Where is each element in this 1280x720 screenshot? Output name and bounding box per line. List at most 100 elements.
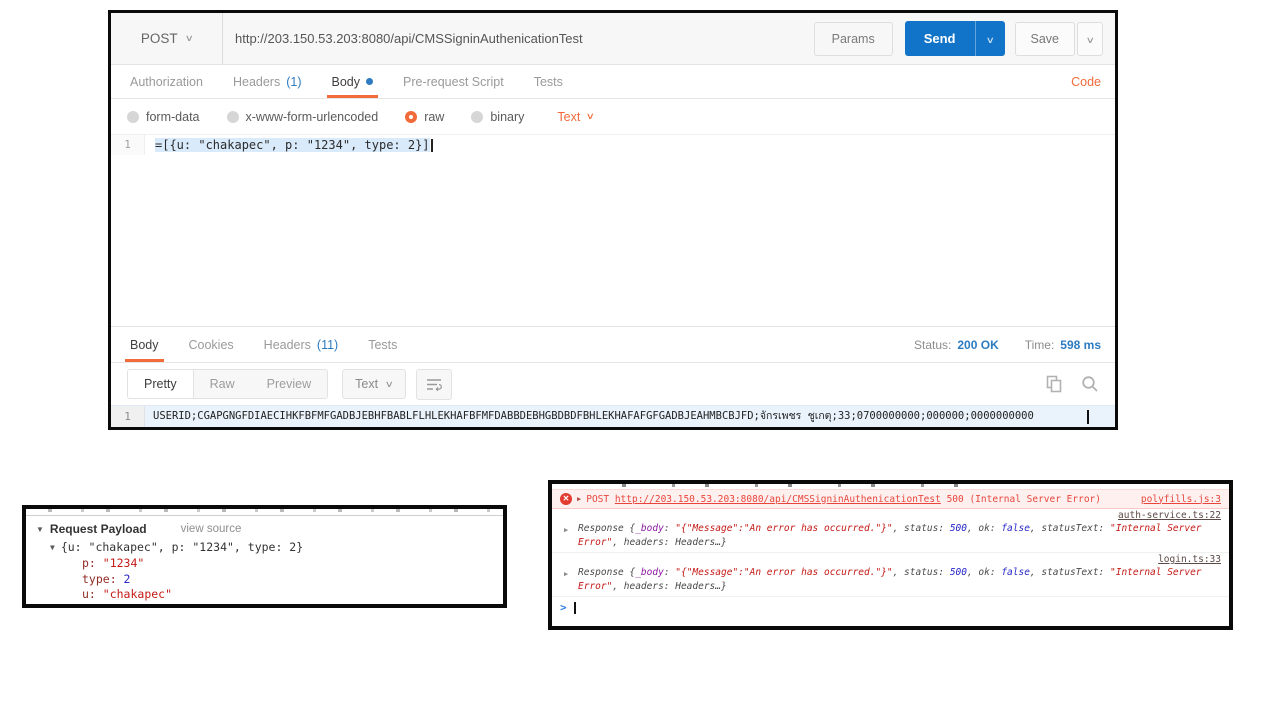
property-value: 2 [123, 571, 131, 586]
prompt-chevron-icon: > [560, 601, 567, 614]
wrap-text-button[interactable] [415, 368, 452, 400]
log-message: ▶ Response {_body: "{"Message":"An error … [564, 567, 1202, 592]
view-source-link[interactable]: view source [181, 523, 242, 535]
tab-headers[interactable]: Headers (1) [218, 65, 317, 98]
method-dropdown[interactable]: POST ∨ [111, 13, 223, 64]
response-tab-tests[interactable]: Tests [353, 327, 412, 362]
request-payload-panel: ▼ Request Payload view source ▼ {u: "cha… [22, 505, 507, 608]
log-source-link[interactable]: auth-service.ts:22 [1118, 510, 1221, 521]
radio-icon [127, 110, 139, 123]
collapse-triangle-icon[interactable]: ▼ [50, 543, 55, 552]
error-message: POST http://203.150.53.203:8080/api/CMSS… [586, 493, 1101, 505]
url-input[interactable]: http://203.150.53.203:8080/api/CMSSignin… [223, 31, 814, 46]
view-mode-preview[interactable]: Preview [251, 370, 327, 398]
response-format-label: Text [355, 377, 379, 391]
request-body-editor[interactable]: 1 =[{u: "chakapec", p: "1234", type: 2}] [111, 135, 1115, 327]
response-body-line[interactable]: 1 USERID;CGAPGNGFDIAECIHKFBFMFGADBJEBHFB… [111, 405, 1115, 427]
save-button[interactable]: Save [1014, 21, 1075, 56]
response-status: Status: 200 OK Time: 598 ms [914, 327, 1101, 362]
error-icon: ✕ [560, 493, 572, 505]
tab-count: (1) [286, 74, 302, 89]
console-error-row: ✕ ▶ POST http://203.150.53.203:8080/api/… [552, 489, 1229, 509]
tab-pre-request-script[interactable]: Pre-request Script [388, 65, 519, 98]
tab-count: (11) [316, 337, 339, 352]
view-mode-pretty[interactable]: Pretty [128, 370, 194, 398]
console-prompt[interactable]: > [552, 597, 1229, 618]
expand-triangle-icon[interactable]: ▶ [564, 568, 568, 582]
radio-raw[interactable]: raw [405, 110, 444, 124]
log-message: ▶ Response {_body: "{"Message":"An error … [564, 523, 1202, 548]
raw-format-dropdown[interactable]: Text ∨ [557, 110, 596, 124]
console-entries: auth-service.ts:22 ▶ Response {_body: "{"M… [552, 509, 1229, 597]
response-tab-body[interactable]: Body [115, 327, 174, 362]
response-tabs: Body Cookies Headers (11) Tests [115, 327, 412, 362]
tab-tests[interactable]: Tests [519, 65, 578, 98]
payload-property: type: 2 [82, 572, 493, 588]
payload-object-preview: {u: "chakapec", p: "1234", type: 2} [60, 540, 304, 554]
payload-property: p: "1234" [82, 556, 493, 572]
collapse-triangle-icon[interactable]: ▼ [36, 525, 44, 534]
error-url-link[interactable]: http://203.150.53.203:8080/api/CMSSignin… [615, 494, 941, 505]
time-value: 598 ms [1060, 337, 1101, 352]
response-tab-cookies[interactable]: Cookies [174, 327, 249, 362]
radio-form-data[interactable]: form-data [127, 110, 200, 124]
tab-authorization[interactable]: Authorization [115, 65, 218, 98]
view-mode-raw[interactable]: Raw [194, 370, 251, 398]
text-cursor [430, 139, 433, 152]
chevron-down-icon: ∨ [1085, 35, 1095, 45]
text-cursor [573, 601, 576, 614]
response-body-text: USERID;CGAPGNGFDIAECIHKFBFMFGADBJEBHFBAB… [153, 410, 1034, 422]
payload-title: Request Payload [49, 522, 147, 536]
search-icon[interactable] [1081, 375, 1099, 393]
payload-property: u: "chakapec" [82, 587, 493, 603]
chevron-down-icon: ∨ [184, 33, 194, 43]
error-source-link[interactable]: polyfills.js:3 [1131, 494, 1221, 505]
request-url-bar: POST ∨ http://203.150.53.203:8080/api/CM… [111, 13, 1115, 65]
property-key: type: [82, 571, 124, 586]
send-options-button[interactable]: ∨ [974, 21, 1005, 56]
payload-object-row[interactable]: ▼ {u: "chakapec", p: "1234", type: 2} [50, 540, 493, 554]
radio-icon [471, 110, 484, 123]
response-section-header: Body Cookies Headers (11) Tests Status: 200 … [111, 327, 1115, 363]
console-log-entry: login.ts:33 ▶ Response {_body: "{"Message"… [552, 553, 1229, 597]
request-body-code[interactable]: =[{u: "chakapec", p: "1234", type: 2}] [145, 135, 433, 155]
chevron-down-icon: ∨ [985, 35, 995, 45]
property-key: u: [82, 587, 103, 601]
status-value: 200 OK [957, 337, 999, 352]
view-mode-group: Pretty Raw Preview [127, 369, 329, 399]
expand-triangle-icon[interactable]: ▶ [564, 524, 568, 538]
response-view-toolbar: Pretty Raw Preview Text ∨ [111, 363, 1115, 405]
response-format-dropdown[interactable]: Text ∨ [342, 369, 406, 399]
send-split-button: Send ∨ [904, 21, 1005, 56]
desktop-canvas: POST ∨ http://203.150.53.203:8080/api/CM… [0, 0, 1280, 720]
params-button[interactable]: Params [813, 21, 893, 56]
save-options-button[interactable]: ∨ [1077, 21, 1103, 56]
body-type-radios: form-data x-www-form-urlencoded raw binary … [111, 99, 1115, 135]
status-label: Status: [914, 337, 952, 352]
response-line-number: 1 [111, 406, 145, 427]
code-link[interactable]: Code [1071, 75, 1115, 89]
time-label: Time: [1024, 337, 1055, 352]
method-label: POST [140, 31, 178, 46]
radio-icon [226, 110, 239, 123]
wrap-text-icon [426, 378, 442, 391]
radio-x-www-form-urlencoded[interactable]: x-www-form-urlencoded [226, 110, 378, 124]
request-tabs: Authorization Headers (1) Body Pre-request S… [111, 65, 1115, 99]
response-tab-headers[interactable]: Headers (11) [249, 327, 354, 362]
tab-body[interactable]: Body [317, 65, 389, 98]
send-button[interactable]: Send [904, 21, 975, 56]
chevron-down-icon: ∨ [586, 111, 596, 121]
postman-window: POST ∨ http://203.150.53.203:8080/api/CM… [108, 10, 1118, 430]
copy-icon[interactable] [1046, 375, 1063, 393]
save-split-button: Save ∨ [1014, 21, 1103, 56]
expand-triangle-icon[interactable]: ▶ [577, 495, 581, 503]
clipped-row [26, 509, 503, 516]
devtools-console-panel: ✕ ▶ POST http://203.150.53.203:8080/api/… [548, 480, 1233, 630]
console-log-entry: auth-service.ts:22 ▶ Response {_body: "{"M… [552, 509, 1229, 553]
property-value: "chakapec" [102, 587, 173, 601]
radio-binary[interactable]: binary [471, 110, 524, 124]
line-number: 1 [111, 135, 145, 155]
log-source-link[interactable]: login.ts:33 [1158, 554, 1221, 565]
unsaved-dot-icon [366, 78, 373, 85]
radio-icon [405, 110, 418, 123]
